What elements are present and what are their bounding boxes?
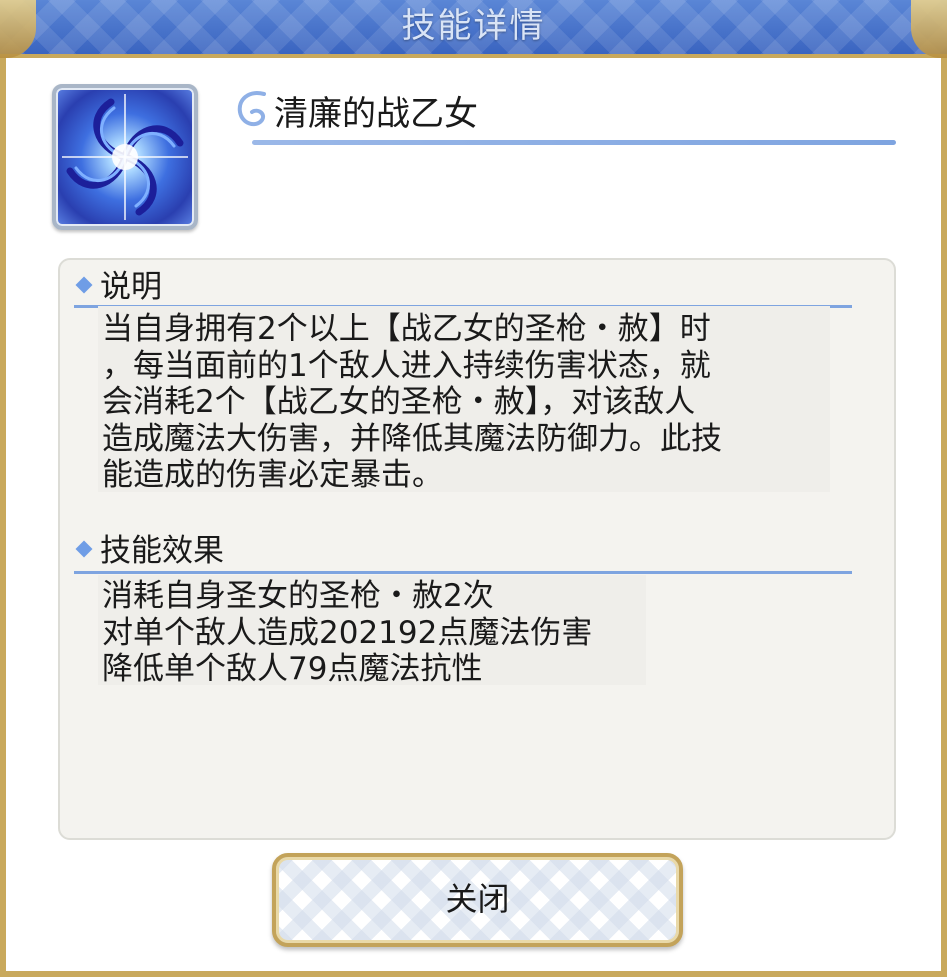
diamond-bullet-icon [75, 540, 93, 558]
effect-line: 对单个敌人造成202192点魔法伤害 [102, 614, 593, 651]
effects-divider [74, 571, 852, 574]
effects-heading-label: 技能效果 [100, 533, 224, 569]
skill-name: 清廉的战乙女 [274, 94, 478, 134]
title-bar: 技能详情 [0, 0, 947, 58]
diamond-bullet-icon [75, 276, 93, 294]
description-line: 能造成的伤害必定暴击。 [102, 457, 443, 493]
effect-line: 降低单个敌人79点魔法抗性 [102, 651, 483, 687]
dialog-title: 技能详情 [401, 6, 546, 46]
description-heading-label: 说明 [100, 269, 162, 305]
effect-line: 消耗自身圣女的圣枪・赦2次 [102, 578, 494, 614]
description-line: ，每当面前的1个敌人进入持续伤害状态，就 [102, 347, 711, 384]
vortex-skill-icon [52, 84, 198, 230]
description-line: 会消耗2个【战乙女的圣枪・赦】，对该敌人 [102, 384, 696, 420]
description-heading: 说明 [75, 267, 162, 307]
skill-name-row: 清廉的战乙女 [234, 86, 896, 146]
effects-heading: 技能效果 [75, 531, 224, 571]
swirl-ornament-icon [237, 91, 266, 127]
vortex-icon [62, 94, 188, 220]
skill-name-underline [252, 140, 896, 145]
description-line: 造成魔法大伤害，并降低其魔法防御力。此技 [102, 420, 722, 457]
description-line: 当自身拥有2个以上【战乙女的圣枪・赦】时 [102, 311, 711, 347]
close-button[interactable]: 关闭 [272, 853, 683, 947]
close-button-label: 关闭 [445, 880, 510, 918]
skill-detail-dialog: 技能详情 清廉的战乙女 说明 当自身拥有2个以上【战乙女的圣枪・赦】时 ，每当面… [0, 0, 947, 977]
